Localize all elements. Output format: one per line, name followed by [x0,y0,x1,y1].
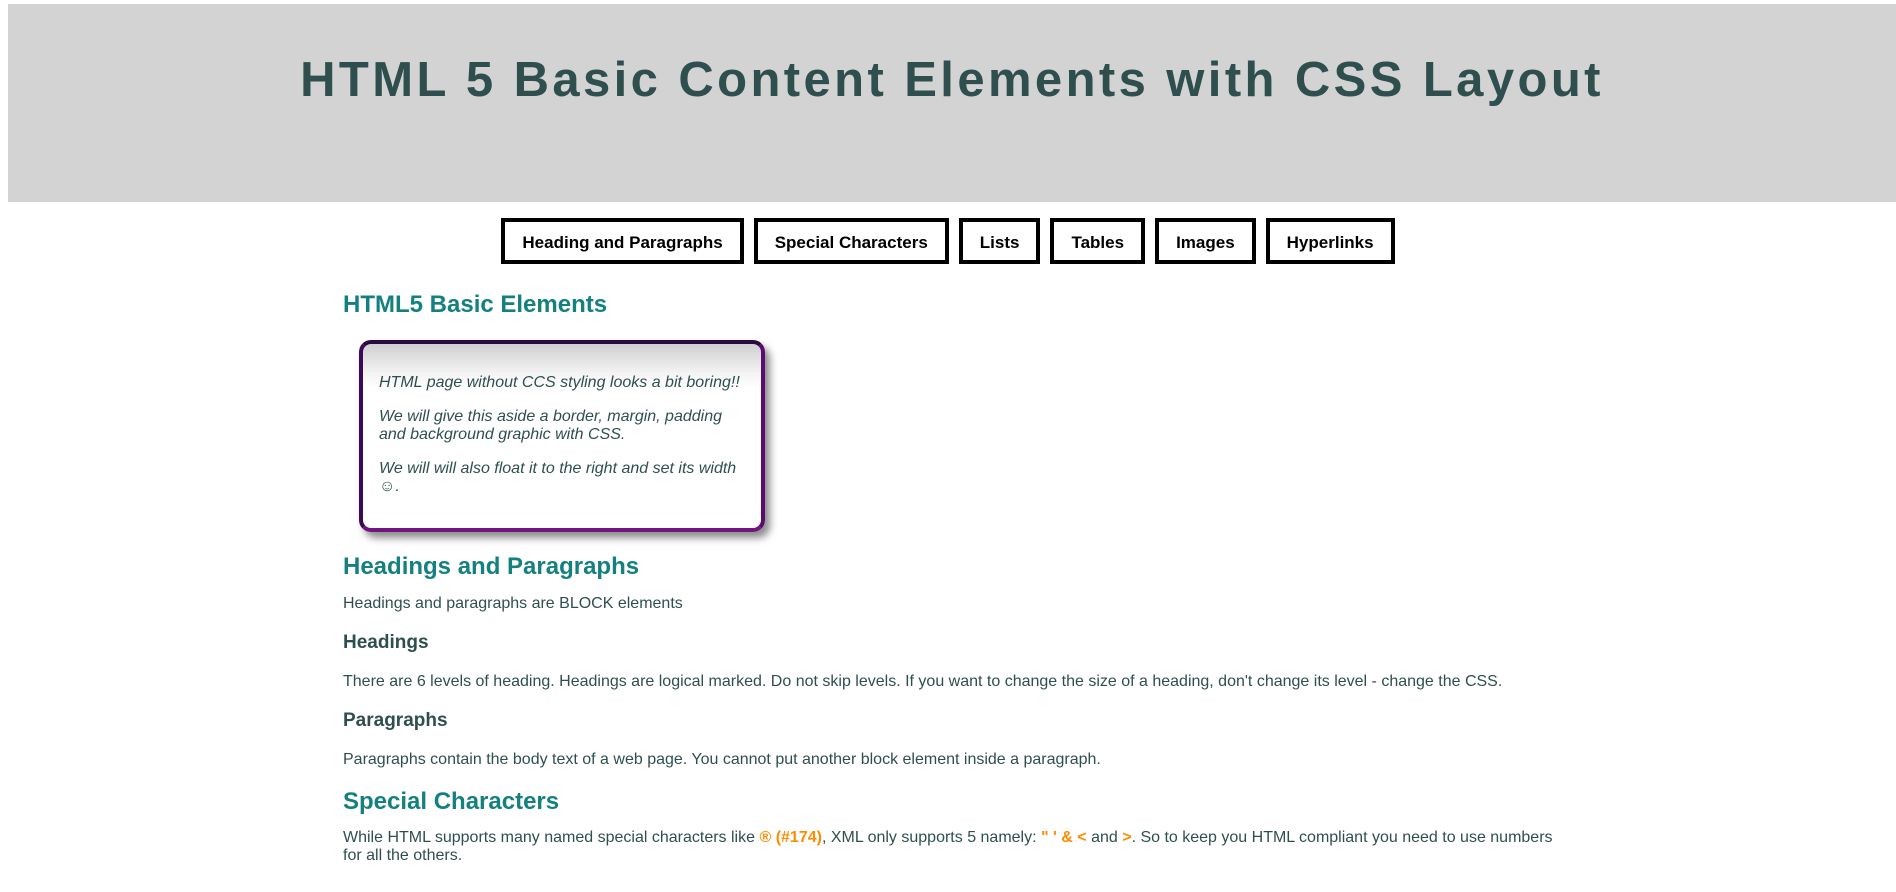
special-characters-heading: Special Characters [343,788,560,815]
greater-than-symbol: > [1122,829,1132,846]
nav-link-heading-and-paragraphs[interactable]: Heading and Paragraphs [501,218,744,264]
nav-link-tables[interactable]: Tables [1050,218,1146,264]
xml-characters: " ' & < [1041,829,1087,846]
aside-paragraph-1: HTML page without CCS styling looks a bi… [379,374,740,391]
paragraphs-subheading: Paragraphs [343,710,448,731]
special-text-part-1: While HTML supports many named special c… [343,829,760,846]
headings-paragraphs-heading: Headings and Paragraphs [343,553,640,580]
styled-aside: HTML page without CCS styling looks a bi… [359,340,765,532]
headings-subheading: Headings [343,632,429,653]
main-content: HTML5 Basic Elements HTML page without C… [343,290,1563,865]
page-header: HTML 5 Basic Content Elements with CSS L… [8,4,1896,202]
paragraphs-text: Paragraphs contain the body text of a we… [343,751,1101,768]
special-characters-text: While HTML supports many named special c… [343,829,1563,865]
nav-link-images[interactable]: Images [1155,218,1256,264]
special-text-part-3: and [1086,829,1123,846]
registered-symbol: ® (#174) [759,829,822,846]
nav-link-lists[interactable]: Lists [958,218,1041,264]
page: HTML 5 Basic Content Elements with CSS L… [0,0,1896,892]
page-title: HTML 5 Basic Content Elements with CSS L… [300,53,1604,107]
headings-text: There are 6 levels of heading. Headings … [343,673,1503,690]
aside-paragraph-3: We will will also float it to the right … [379,460,737,495]
block-elements-text: Headings and paragraphs are BLOCK elemen… [343,595,683,612]
nav-link-hyperlinks[interactable]: Hyperlinks [1265,218,1395,264]
basic-elements-heading: HTML5 Basic Elements [343,291,608,318]
aside-paragraph-2: We will give this aside a border, margin… [379,408,722,443]
nav-link-special-characters[interactable]: Special Characters [753,218,949,264]
special-text-part-2: , XML only supports 5 namely: [821,829,1041,846]
main-nav: Heading and Paragraphs Special Characters… [0,218,1896,264]
